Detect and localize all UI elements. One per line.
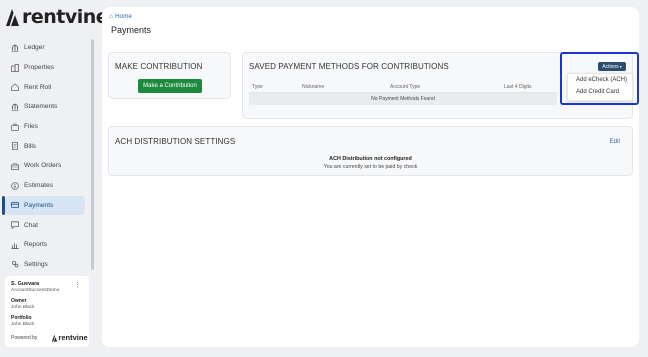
sidebar-item-files[interactable]: Files (5, 117, 85, 137)
rentvine-logo-mark-icon (6, 9, 19, 26)
sidebar-item-label: Files (24, 123, 38, 131)
rent-roll-icon (11, 83, 19, 92)
reports-icon (11, 241, 19, 249)
receipt-icon (11, 142, 19, 151)
sidebar-item-properties[interactable]: Properties (5, 58, 85, 78)
user-name: S. Guevara (11, 281, 40, 287)
brand-name: rentvine (22, 6, 109, 28)
ach-distribution-card: ACH DISTRIBUTION SETTINGS Edit ACH Distr… (108, 126, 633, 176)
breadcrumb: ⌂ Home (109, 13, 132, 20)
chat-icon (11, 221, 19, 230)
dollar-circle-icon: $ (11, 181, 19, 190)
sidebar-item-rent-roll[interactable]: Rent Roll (5, 77, 85, 97)
owner-label: Owner (11, 298, 27, 304)
sidebar-item-work-orders[interactable]: Work Orders (5, 156, 85, 176)
make-contribution-card: MAKE CONTRIBUTION Make a Contribution (108, 52, 231, 99)
sidebar-item-label: Payments (24, 201, 54, 209)
bank-icon (11, 44, 19, 52)
sidebar-item-estimates[interactable]: $ Estimates (5, 176, 85, 196)
sidebar-item-label: Rent Roll (24, 83, 52, 91)
sidebar-item-ledger[interactable]: Ledger (5, 38, 85, 58)
owner-value: John Black (11, 305, 35, 310)
sidebar-item-label: Bills (24, 142, 37, 150)
sidebar-item-settings[interactable]: Settings (5, 255, 85, 275)
make-contribution-button[interactable]: Make a Contribution (138, 79, 202, 93)
saved-payment-methods-title: SAVED PAYMENT METHODS FOR CONTRIBUTIONS (249, 62, 449, 71)
briefcase-icon (11, 123, 19, 131)
highlight-box (560, 52, 639, 105)
sidebar-item-label: Reports (24, 241, 48, 249)
main-panel: ⌂ Home Payments MAKE CONTRIBUTION Make a… (102, 7, 639, 347)
toolbox-icon (11, 162, 19, 170)
bank-icon (11, 103, 19, 111)
make-contribution-title: MAKE CONTRIBUTION (115, 62, 203, 71)
rentvine-logo-mark-icon (52, 334, 58, 342)
powered-by-logo: rentvine (51, 333, 88, 342)
column-header-type: Type (252, 83, 263, 90)
edit-ach-link[interactable]: Edit (610, 139, 620, 145)
account-card: S. Guevara AccountSuccessDemo ⋮ Owner Jo… (5, 276, 89, 347)
settings-icon (11, 260, 19, 268)
sidebar: rentvine Ledger Properties Rent Roll Sta… (0, 0, 109, 357)
page-title: Payments (111, 25, 152, 35)
sidebar-item-label: Properties (24, 64, 55, 72)
ach-sub-text: You are currently set to be paid by chec… (323, 164, 418, 170)
payment-icon (11, 201, 19, 209)
column-header-last-4-digits: Last 4 Digits (504, 83, 532, 90)
powered-by-label: Powered by (11, 334, 38, 341)
sidebar-nav: Ledger Properties Rent Roll Statements F… (2, 38, 85, 275)
ach-distribution-title: ACH DISTRIBUTION SETTINGS (115, 137, 236, 146)
svg-text:$: $ (13, 183, 16, 189)
sidebar-scrollbar[interactable] (91, 39, 94, 270)
sidebar-item-label: Settings (24, 260, 48, 268)
powered-by: Powered by rentvine (11, 333, 88, 342)
column-header-account-type: Account Type (390, 83, 421, 90)
portfolio-value: John Black (11, 322, 35, 327)
column-header-nickname: Nickname (302, 83, 325, 90)
sidebar-item-label: Work Orders (24, 162, 62, 170)
sidebar-item-chat[interactable]: Chat (5, 215, 85, 235)
table-header: Type Nickname Account Type Last 4 Digits (249, 81, 557, 93)
breadcrumb-home-link[interactable]: Home (115, 13, 132, 20)
sidebar-item-bills[interactable]: Bills (5, 136, 85, 156)
sidebar-item-reports[interactable]: Reports (5, 235, 85, 255)
rentvine-logo[interactable]: rentvine (5, 6, 109, 28)
sidebar-item-label: Ledger (24, 44, 45, 52)
sidebar-item-payments[interactable]: Payments (2, 195, 85, 216)
account-name: AccountSuccessDemo (11, 288, 60, 293)
portfolio-label: Portfolio (11, 315, 32, 321)
sidebar-item-label: Estimates (24, 182, 53, 190)
table-empty-row: No Payment Methods Found (249, 93, 557, 105)
ach-status-text: ACH Distribution not configured (329, 156, 412, 162)
sidebar-item-label: Statements (24, 103, 58, 111)
powered-by-brand: rentvine (58, 333, 88, 342)
kebab-menu-icon[interactable]: ⋮ (74, 281, 81, 289)
payment-methods-table: Type Nickname Account Type Last 4 Digits… (249, 81, 557, 105)
home-icon: ⌂ (109, 13, 113, 20)
sidebar-item-statements[interactable]: Statements (5, 97, 85, 117)
sidebar-item-label: Chat (24, 221, 38, 229)
buildings-icon (11, 63, 19, 72)
